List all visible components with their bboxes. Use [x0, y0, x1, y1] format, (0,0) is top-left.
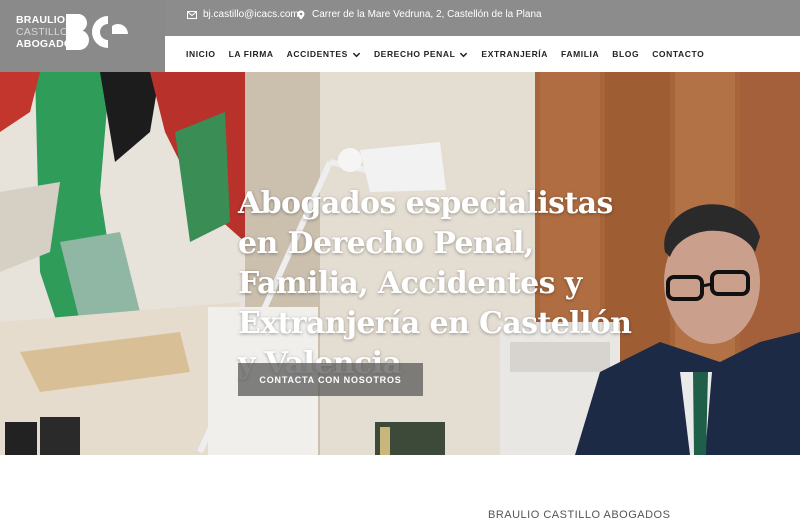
email-text: bj.castillo@icacs.com [203, 9, 299, 20]
logo[interactable]: BRAULIO CASTILLO ABOGADOS [0, 0, 165, 72]
main-nav: INICIO LA FIRMA ACCIDENTES DERECHO PENAL… [165, 36, 800, 72]
address-text: Carrer de la Mare Vedruna, 2, Castellón … [312, 9, 542, 20]
nav-item-blog[interactable]: BLOG [612, 49, 639, 59]
topbar-address[interactable]: Carrer de la Mare Vedruna, 2, Castellón … [296, 9, 542, 20]
nav-label: FAMILIA [561, 49, 600, 59]
nav-item-inicio[interactable]: INICIO [186, 49, 216, 59]
nav-label: ACCIDENTES [286, 49, 348, 59]
logo-mark-icon [66, 14, 128, 50]
nav-item-familia[interactable]: FAMILIA [561, 49, 599, 59]
nav-label: BLOG [612, 49, 640, 59]
nav-label: LA FIRMA [228, 49, 274, 59]
nav-label: EXTRANJERÍA [481, 49, 549, 59]
contact-us-button[interactable]: CONTACTA CON NOSOTROS [238, 363, 423, 396]
nav-item-derecho-penal[interactable]: DERECHO PENAL [374, 49, 468, 59]
chevron-down-icon [460, 52, 468, 57]
section-heading: BRAULIO CASTILLO ABOGADOS [488, 509, 671, 521]
map-pin-icon [297, 10, 305, 19]
envelope-icon [187, 10, 197, 19]
chevron-down-icon [352, 52, 361, 57]
nav-label: CONTACTO [652, 49, 705, 59]
top-contact-bar: bj.castillo@icacs.com Carrer de la Mare … [165, 0, 800, 36]
nav-item-la-firma[interactable]: LA FIRMA [229, 49, 274, 59]
nav-item-extranjeria[interactable]: EXTRANJERÍA [481, 49, 548, 59]
nav-item-accidentes[interactable]: ACCIDENTES [287, 49, 361, 59]
topbar-email[interactable]: bj.castillo@icacs.com [187, 9, 299, 20]
nav-item-contacto[interactable]: CONTACTO [652, 49, 704, 59]
nav-label: DERECHO PENAL [373, 49, 456, 59]
hero-title: Abogados especialistas en Derecho Penal,… [238, 186, 632, 381]
hero-section: Abogados especialistas en Derecho Penal,… [0, 72, 800, 455]
nav-label: INICIO [186, 49, 216, 59]
